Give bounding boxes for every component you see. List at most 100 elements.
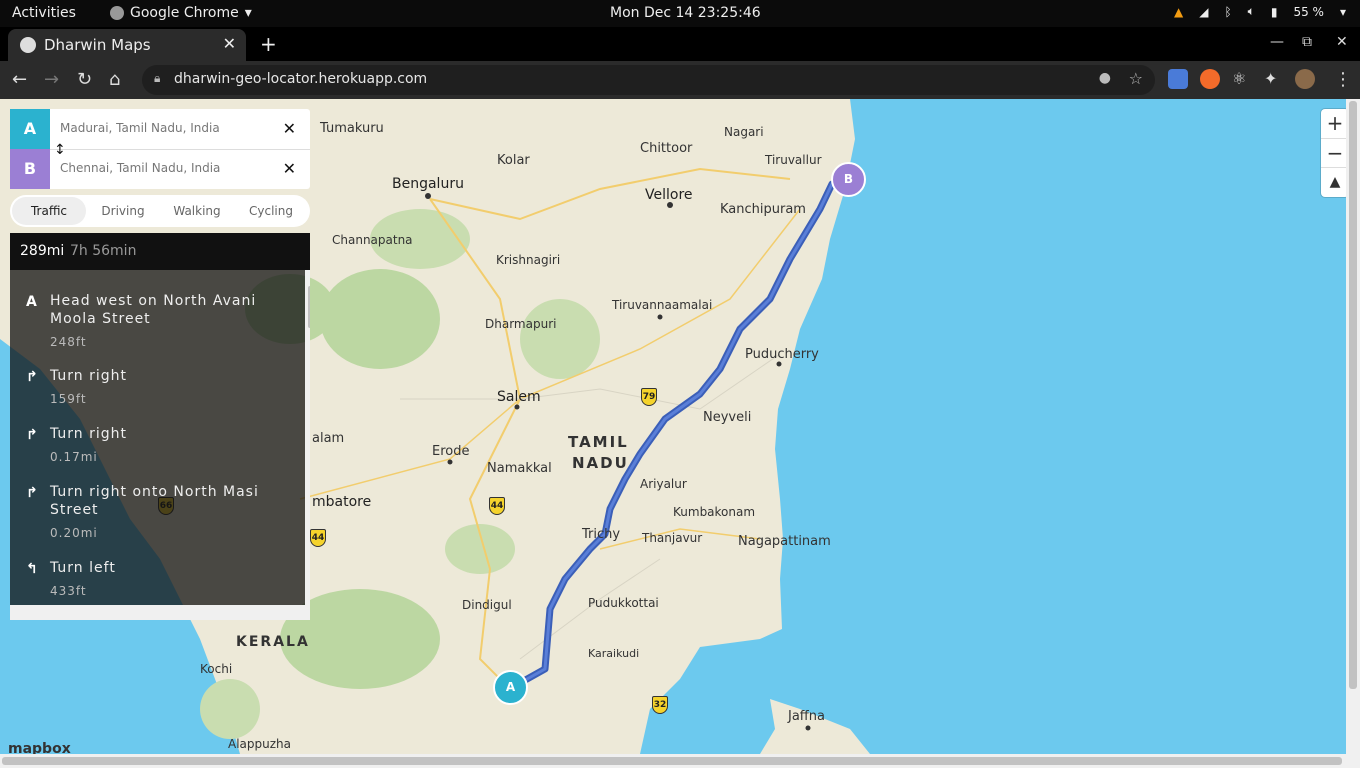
destination-marker[interactable]: B bbox=[831, 162, 866, 197]
system-top-bar: Activities Google Chrome ▾ Mon Dec 14 23… bbox=[0, 0, 1360, 27]
minimize-icon[interactable]: — bbox=[1270, 34, 1284, 50]
maximize-icon[interactable]: ⧉ bbox=[1302, 34, 1312, 50]
step-instruction: Turn left bbox=[50, 560, 116, 576]
route-summary: 289mi 7h 56min bbox=[10, 233, 310, 270]
bluetooth-icon: ᛒ bbox=[1224, 4, 1232, 19]
origin-marker[interactable]: A bbox=[493, 670, 528, 705]
system-tray[interactable]: ▲ ◢ ᛒ 🔈︎ ▮ 55 % ▾ bbox=[1174, 4, 1346, 19]
clear-destination-icon[interactable]: ✕ bbox=[283, 159, 296, 178]
extensions-puzzle-icon[interactable]: ✦ bbox=[1264, 69, 1284, 89]
inputs-divider bbox=[50, 149, 310, 150]
clock[interactable]: Mon Dec 14 23:25:46 bbox=[610, 5, 761, 21]
activities-button[interactable]: Activities bbox=[12, 5, 76, 21]
map-label-nadu: NADU bbox=[572, 454, 629, 472]
tab-title: Dharwin Maps bbox=[44, 36, 151, 54]
translate-extension-icon[interactable] bbox=[1168, 69, 1188, 89]
destination-input[interactable]: Chennai, Tamil Nadu, India bbox=[60, 161, 220, 175]
step-instruction: Turn right bbox=[50, 426, 128, 442]
map-viewport[interactable]: Tumakuru Kolar Chittoor Nagari Tiruvallu… bbox=[0, 99, 1360, 768]
tab-dharwin-maps[interactable]: Dharwin Maps ✕ bbox=[8, 29, 246, 61]
location-icon[interactable]: ● bbox=[1099, 70, 1111, 86]
steps-scrollbar-thumb[interactable] bbox=[308, 286, 310, 328]
volume-icon: 🔈︎ bbox=[1247, 4, 1255, 18]
step-distance: 0.17mi bbox=[50, 450, 98, 464]
page-scrollbar-thumb[interactable] bbox=[1349, 101, 1357, 689]
highway-shield-44: 44 bbox=[489, 497, 505, 515]
map-label-nagari: Nagari bbox=[724, 125, 764, 139]
start-icon: A bbox=[26, 294, 37, 310]
steps-scrollbar[interactable] bbox=[305, 270, 310, 605]
more-menu-icon[interactable]: ⋮ bbox=[1334, 69, 1352, 90]
profile-driving[interactable]: Driving bbox=[86, 197, 160, 225]
page-horizontal-scrollbar[interactable] bbox=[0, 754, 1346, 768]
profile-traffic[interactable]: Traffic bbox=[12, 197, 86, 225]
map-label-ariyalur: Ariyalur bbox=[640, 477, 687, 491]
map-label-tumakuru: Tumakuru bbox=[320, 121, 384, 136]
map-label-salem: Salem bbox=[497, 389, 541, 405]
compass-reset-icon[interactable]: ▲ bbox=[1321, 167, 1349, 196]
directions-steps[interactable]: A Head west on North Avani Moola Street … bbox=[10, 270, 310, 620]
reload-icon[interactable]: ↻ bbox=[77, 69, 92, 90]
vlc-icon: ▲ bbox=[1173, 4, 1184, 19]
directions-inputs: A Madurai, Tamil Nadu, India ✕ ↕ B Chenn… bbox=[10, 109, 310, 189]
step-distance: 248ft bbox=[50, 335, 87, 349]
battery-level: 55 % bbox=[1293, 4, 1324, 19]
caret-down-icon: ▾ bbox=[244, 5, 252, 21]
close-tab-icon[interactable]: ✕ bbox=[223, 34, 236, 53]
origin-marker-label: A bbox=[10, 109, 50, 149]
navigation-bar: ← → ↻ ⌂ 🔒︎ dharwin-geo-locator.herokuapp… bbox=[0, 61, 1360, 99]
turn-right-icon: ↱ bbox=[26, 369, 38, 385]
tab-bar: Dharwin Maps ✕ bbox=[0, 27, 1360, 61]
zoom-in-button[interactable]: + bbox=[1321, 109, 1349, 138]
swap-direction-icon[interactable]: ↕ bbox=[54, 142, 66, 158]
step-distance: 159ft bbox=[50, 392, 87, 406]
map-label-namakkal: Namakkal bbox=[487, 461, 552, 476]
network-icon: ◢ bbox=[1199, 4, 1209, 19]
battery-icon: ▮ bbox=[1270, 4, 1278, 19]
map-label-karaikudi: Karaikudi bbox=[588, 647, 640, 660]
close-window-icon[interactable]: ✕ bbox=[1336, 34, 1348, 50]
origin-input[interactable]: Madurai, Tamil Nadu, India bbox=[60, 121, 220, 135]
react-devtools-icon[interactable]: ⚛ bbox=[1232, 69, 1252, 89]
map-label-bengaluru: Bengaluru bbox=[392, 176, 464, 192]
clear-origin-icon[interactable]: ✕ bbox=[283, 119, 296, 138]
page-hscrollbar-thumb[interactable] bbox=[2, 757, 1342, 765]
map-label-tamil: TAMIL bbox=[568, 433, 629, 451]
steps-horizontal-scrollbar[interactable] bbox=[10, 605, 310, 620]
travel-profile-tabs: Traffic Driving Walking Cycling bbox=[10, 195, 310, 227]
zoom-out-button[interactable]: − bbox=[1321, 138, 1349, 167]
map-label-jaffna: Jaffna bbox=[788, 709, 825, 724]
step-distance: 0.20mi bbox=[50, 526, 98, 540]
map-label-tiruvallur: Tiruvallur bbox=[765, 153, 822, 167]
home-icon[interactable]: ⌂ bbox=[109, 69, 120, 90]
map-label-malappuram: alam bbox=[312, 431, 345, 446]
map-label-kumbakonam: Kumbakonam bbox=[673, 505, 756, 519]
forward-icon[interactable]: → bbox=[44, 69, 59, 90]
map-label-kolar: Kolar bbox=[497, 153, 530, 168]
lock-icon[interactable]: 🔒︎ bbox=[154, 71, 160, 86]
profile-walking[interactable]: Walking bbox=[160, 197, 234, 225]
route-duration: 7h 56min bbox=[70, 243, 137, 259]
map-label-trichy: Trichy bbox=[582, 527, 621, 542]
map-label-vellore: Vellore bbox=[645, 187, 693, 203]
address-bar[interactable]: 🔒︎ dharwin-geo-locator.herokuapp.com ● ☆ bbox=[142, 65, 1155, 95]
profile-cycling[interactable]: Cycling bbox=[234, 197, 308, 225]
map-label-thanjavur: Thanjavur bbox=[642, 531, 703, 545]
chrome-icon bbox=[110, 6, 124, 20]
app-menu[interactable]: Google Chrome ▾ bbox=[110, 5, 252, 21]
map-label-dindigul: Dindigul bbox=[462, 598, 512, 612]
new-tab-button[interactable]: + bbox=[260, 32, 277, 56]
page-vertical-scrollbar[interactable] bbox=[1346, 99, 1360, 768]
destination-marker-label: B bbox=[10, 149, 50, 189]
step-distance: 433ft bbox=[50, 584, 87, 598]
step-instruction: Turn right bbox=[50, 368, 128, 384]
extension-orange-icon[interactable] bbox=[1200, 69, 1220, 89]
map-label-tiruvannamalai: Tiruvannaamalai bbox=[612, 298, 713, 312]
map-label-chittoor: Chittoor bbox=[640, 141, 693, 156]
map-label-kochi: Kochi bbox=[200, 662, 233, 676]
map-label-pudukkottai: Pudukkottai bbox=[588, 596, 659, 610]
highway-shield-79: 79 bbox=[641, 388, 657, 406]
back-icon[interactable]: ← bbox=[12, 69, 27, 90]
profile-avatar[interactable] bbox=[1295, 69, 1315, 89]
bookmark-star-icon[interactable]: ☆ bbox=[1129, 69, 1143, 88]
